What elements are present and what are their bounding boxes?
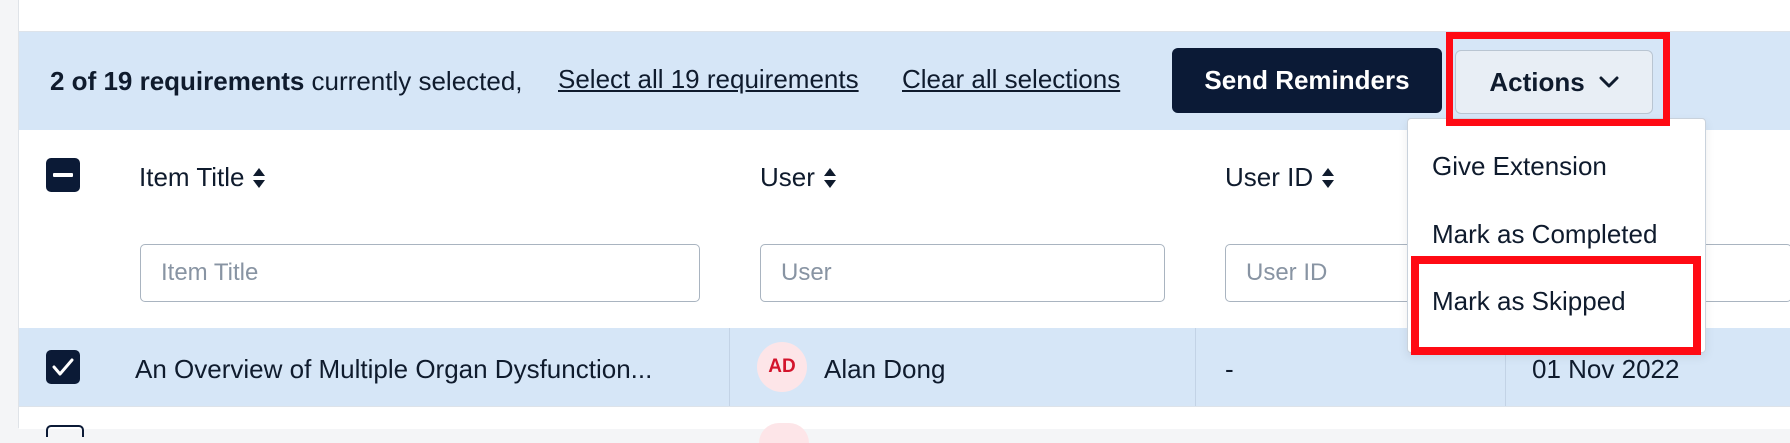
select-all-checkbox[interactable] — [46, 158, 80, 192]
clear-selections-link[interactable]: Clear all selections — [902, 64, 1120, 95]
requirements-panel: 2 of 19 requirements currently selected,… — [18, 0, 1790, 443]
selection-count-rest: currently selected, — [304, 66, 523, 96]
minus-icon — [53, 173, 73, 177]
top-strip — [19, 0, 1790, 32]
sort-icon — [823, 167, 836, 188]
selection-count-bold: 2 of 19 requirements — [50, 66, 305, 96]
select-all-link[interactable]: Select all 19 requirements — [558, 64, 859, 95]
user-filter-input[interactable] — [760, 244, 1165, 302]
column-header-label: User — [760, 162, 815, 192]
row-checkbox[interactable] — [46, 425, 84, 437]
avatar — [759, 423, 809, 443]
column-divider — [729, 328, 730, 406]
sort-icon — [1322, 167, 1335, 188]
column-header-label: Item Title — [139, 162, 245, 192]
row-date: 01 Nov 2022 — [1532, 354, 1680, 384]
checkmark-icon — [52, 358, 74, 376]
column-header-item-title[interactable]: Item Title — [139, 162, 266, 193]
table-row[interactable] — [19, 406, 1790, 443]
menu-item-mark-completed[interactable]: Mark as Completed — [1432, 219, 1657, 250]
avatar: AD — [757, 342, 807, 392]
highlight-box-actions — [1446, 32, 1670, 126]
row-checkbox[interactable] — [46, 350, 80, 384]
selection-count: 2 of 19 requirements currently selected, — [50, 66, 523, 97]
column-header-user[interactable]: User — [760, 162, 837, 193]
column-header-label: User ID — [1225, 162, 1314, 192]
column-divider — [1195, 328, 1196, 406]
send-reminders-button[interactable]: Send Reminders — [1172, 48, 1442, 113]
sort-icon — [253, 167, 266, 188]
item-title-filter-input[interactable] — [140, 244, 700, 302]
row-user-name: Alan Dong — [824, 354, 946, 384]
menu-item-give-extension[interactable]: Give Extension — [1432, 151, 1607, 182]
column-header-user-id[interactable]: User ID — [1225, 162, 1335, 193]
row-user-id: - — [1225, 354, 1234, 384]
highlight-box-mark-skipped — [1411, 256, 1701, 355]
row-item-title[interactable]: An Overview of Multiple Organ Dysfunctio… — [135, 354, 652, 385]
